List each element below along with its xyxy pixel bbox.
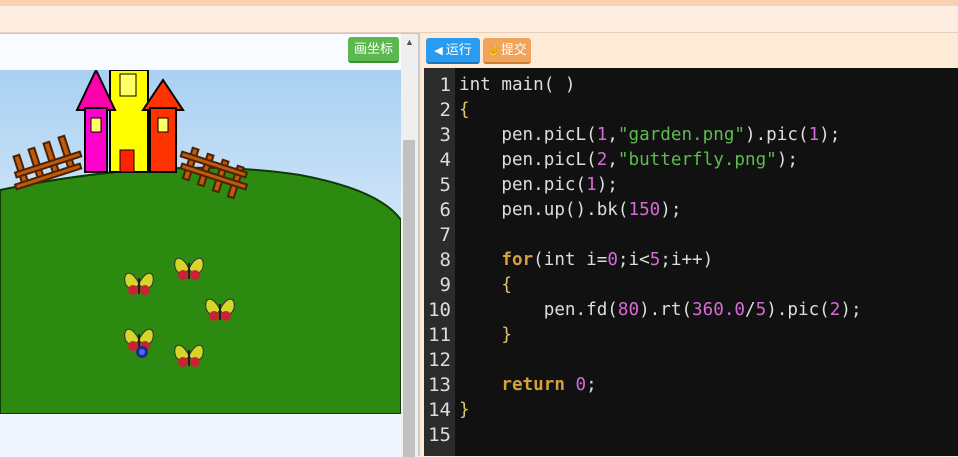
run-label: 运行	[445, 42, 472, 57]
code-number: 5	[755, 300, 767, 320]
code-token: );	[776, 150, 798, 170]
scroll-up-arrow-icon[interactable]: ▲	[401, 34, 418, 51]
code-token: pen.picL(	[459, 150, 597, 170]
code-token: );	[819, 125, 841, 145]
code-line-2: {	[459, 100, 470, 120]
code-string: "garden.png"	[617, 125, 745, 145]
code-line-8: for(int i=0;i<5;i++)	[459, 248, 713, 273]
code-number: 2	[829, 300, 841, 320]
code-text[interactable]: int main( ) { pen.picL(1,"garden.png").p…	[459, 68, 958, 456]
pen-cursor-icon	[136, 346, 148, 358]
code-line-4: pen.picL(2,"butterfly.png");	[459, 148, 798, 173]
code-editor[interactable]: 1 2 3 4 5 6 7 8 9 10 11 12 13 14 15 int …	[424, 68, 958, 456]
code-token: );	[840, 300, 862, 320]
code-token: pen.up().bk(	[459, 200, 629, 220]
code-token: ).rt(	[639, 300, 693, 320]
submit-button[interactable]: ☝提交	[483, 38, 531, 64]
code-line-6: pen.up().bk(150);	[459, 198, 681, 223]
code-number: 80	[617, 300, 640, 320]
code-token: pen.picL(	[459, 125, 597, 145]
output-canvas	[0, 70, 401, 414]
line-number: 8	[439, 249, 451, 271]
code-line-13: return 0;	[459, 373, 597, 398]
code-token: ).pic(	[745, 125, 809, 145]
code-number: 0	[575, 375, 587, 395]
code-number: 150	[628, 200, 661, 220]
line-number: 14	[428, 399, 451, 421]
castle-illustration	[75, 70, 185, 173]
draw-axes-button[interactable]: 画坐标	[348, 37, 399, 63]
canvas-scrollbar[interactable]: ▲	[401, 34, 418, 457]
code-token: /	[745, 300, 756, 320]
code-number: 1	[808, 125, 820, 145]
code-panel: ◀ 运行 ☝提交 1 2 3 4 5 6 7 8 9 10 11 12 13 1…	[418, 33, 958, 456]
line-number: 1	[439, 74, 451, 96]
code-token: ;i++)	[660, 250, 714, 270]
line-number: 7	[439, 224, 451, 246]
code-token: }	[501, 325, 512, 345]
code-line-5: pen.pic(1);	[459, 173, 618, 198]
line-number: 9	[439, 274, 451, 296]
code-number: 5	[649, 250, 661, 270]
code-string: "butterfly.png"	[617, 150, 777, 170]
code-line-10: pen.fd(80).rt(360.0/5).pic(2);	[459, 298, 862, 323]
line-number: 5	[439, 174, 451, 196]
code-number: 0	[607, 250, 618, 270]
hand-icon: ☝	[487, 45, 501, 57]
submit-label: 提交	[500, 42, 527, 57]
code-token: ;	[586, 375, 597, 395]
code-keyword: return	[501, 375, 565, 395]
line-number: 11	[428, 324, 451, 346]
line-number: 15	[428, 424, 451, 446]
code-token: ,	[607, 150, 618, 170]
code-line-11: }	[459, 323, 512, 348]
line-number: 12	[428, 349, 451, 371]
code-token: ).pic(	[766, 300, 830, 320]
code-number: 360.0	[692, 300, 746, 320]
code-keyword: for	[501, 250, 534, 270]
code-token: );	[660, 200, 682, 220]
line-number: 10	[428, 299, 451, 321]
code-number: 2	[596, 150, 608, 170]
garden-picture	[0, 70, 401, 414]
code-token: pen.fd(	[459, 300, 618, 320]
code-token: ,	[607, 125, 618, 145]
code-number: 1	[586, 175, 597, 195]
header-bar	[0, 6, 958, 33]
code-number: 1	[596, 125, 608, 145]
code-token: ;i<	[617, 250, 650, 270]
line-number: 2	[439, 99, 451, 121]
code-token: );	[596, 175, 618, 195]
run-button[interactable]: ◀ 运行	[426, 38, 480, 64]
code-line-1: int main( )	[459, 75, 576, 95]
play-icon: ◀	[434, 45, 446, 57]
code-line-9: {	[459, 273, 512, 298]
code-line-3: pen.picL(1,"garden.png").pic(1);	[459, 123, 840, 148]
canvas-panel: 画坐标 ▲	[0, 33, 418, 457]
line-number: 6	[439, 199, 451, 221]
code-token: pen.pic(	[459, 175, 587, 195]
line-number: 4	[439, 149, 451, 171]
line-number: 13	[428, 374, 451, 396]
code-token: (int i=	[533, 250, 608, 270]
code-token: {	[501, 275, 512, 295]
line-number: 3	[439, 124, 451, 146]
line-number-gutter: 1 2 3 4 5 6 7 8 9 10 11 12 13 14 15	[424, 68, 455, 456]
canvas-toolbar: 画坐标	[0, 34, 418, 70]
code-line-14: }	[459, 400, 470, 420]
scroll-thumb[interactable]	[403, 140, 415, 457]
